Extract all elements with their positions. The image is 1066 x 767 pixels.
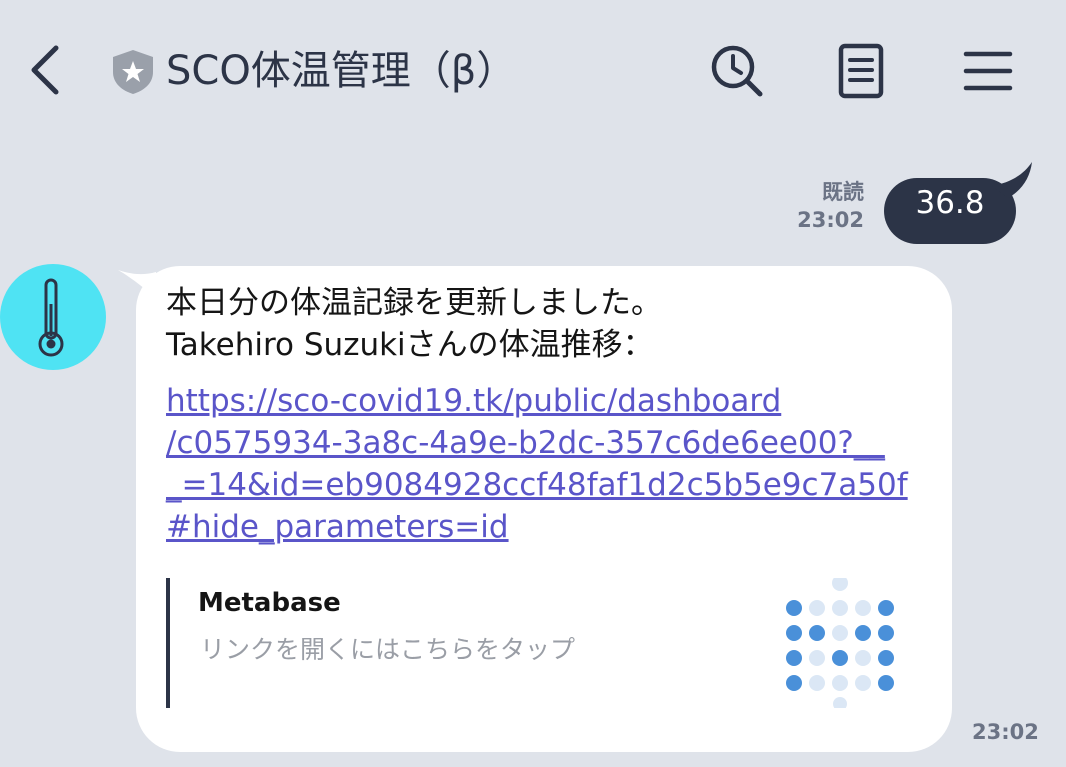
- outgoing-message-text: 36.8: [915, 185, 985, 221]
- link-line[interactable]: #hide_parameters=id: [166, 506, 936, 548]
- link-line[interactable]: /c0575934-3a8c-4a9e-b2dc-357c6de6ee00?__: [166, 422, 936, 464]
- search-button[interactable]: [706, 40, 768, 102]
- message-line: Takehiro Suzukiさんの体温推移：: [166, 327, 654, 363]
- chevron-left-icon: [31, 45, 59, 95]
- hamburger-menu-icon: [963, 51, 1013, 91]
- outgoing-time: 23:02: [797, 208, 864, 232]
- read-label: 既読: [822, 180, 864, 204]
- preview-accent-bar: [166, 578, 170, 708]
- dashboard-link[interactable]: https://sco-covid19.tk/public/dashboard …: [166, 380, 936, 548]
- avatar[interactable]: [0, 264, 106, 370]
- read-status: 既読 23:02: [797, 178, 864, 234]
- thermometer-icon: [38, 278, 64, 357]
- metabase-logo-icon: [778, 575, 902, 711]
- message-line: 本日分の体温記録を更新しました。: [166, 285, 662, 321]
- notes-button[interactable]: [830, 40, 892, 102]
- link-line[interactable]: _=14&id=eb9084928ccf48faf1d2c5b5e9c7a50f: [166, 464, 936, 506]
- incoming-message-text: 本日分の体温記録を更新しました。 Takehiro Suzukiさんの体温推移：: [166, 282, 926, 366]
- search-clock-icon: [711, 45, 763, 97]
- back-button[interactable]: [26, 40, 66, 100]
- chat-header: SCO体温管理（β）: [0, 0, 1066, 140]
- chat-title: SCO体温管理（β）: [166, 48, 517, 94]
- shield-star-icon: [110, 48, 156, 96]
- incoming-time: 23:02: [972, 720, 1039, 744]
- link-preview-card[interactable]: Metabase リンクを開くにはこちらをタップ: [166, 575, 906, 711]
- preview-subtitle: リンクを開くにはこちらをタップ: [200, 635, 576, 664]
- menu-button[interactable]: [958, 40, 1020, 102]
- preview-title: Metabase: [198, 588, 341, 618]
- note-icon: [838, 43, 884, 99]
- link-line[interactable]: https://sco-covid19.tk/public/dashboard: [166, 380, 936, 422]
